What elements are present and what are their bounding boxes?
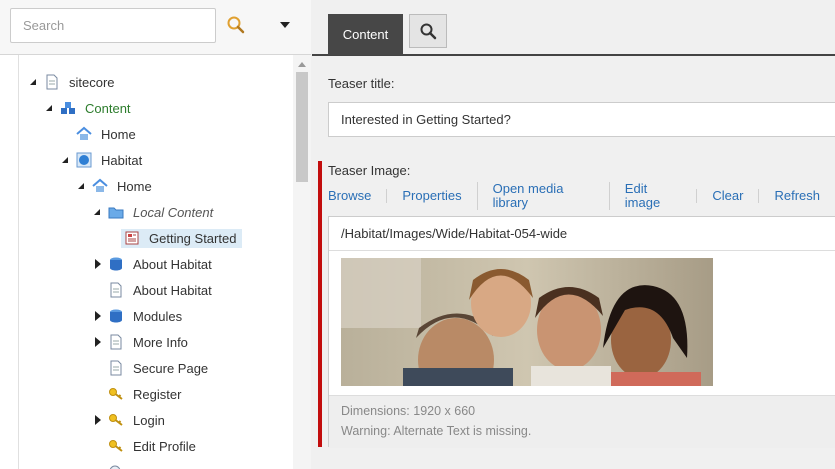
key-icon (107, 385, 125, 403)
tree-node-label: Content (85, 100, 131, 116)
tree-node-label: About Habitat (133, 256, 212, 272)
tree-node-secure-page[interactable]: Secure Page (91, 356, 212, 380)
image-field-toolbar: Browse Properties Open media library Edi… (328, 182, 835, 210)
image-dimensions: Dimensions: 1920 x 660 (341, 404, 476, 418)
expand-toggle[interactable] (91, 252, 105, 276)
collapse-toggle[interactable] (59, 148, 73, 172)
tree-node-sitecore[interactable]: sitecore (27, 70, 119, 94)
key-icon (107, 437, 125, 455)
divider (329, 250, 835, 251)
expand-toggle[interactable] (91, 304, 105, 328)
expand-toggle[interactable] (91, 330, 105, 354)
image-path: /Habitat/Images/Wide/Habitat-054-wide (341, 226, 568, 241)
edit-image-link[interactable]: Edit image (608, 182, 697, 210)
scroll-up-arrow-icon[interactable] (298, 62, 306, 67)
search-bar (0, 0, 311, 55)
tree-node-label: Getting Started (149, 230, 237, 246)
image-details: Dimensions: 1920 x 660 Warning: Alternat… (329, 395, 835, 448)
content-tree: sitecore Content Home Habitat Home Local… (18, 55, 293, 469)
open-media-library-link[interactable]: Open media library (476, 182, 609, 210)
tree-node-local-content[interactable]: Local Content (91, 200, 217, 224)
tree-node-label: Login (133, 412, 165, 428)
tree-node-site-home[interactable]: Home (75, 174, 156, 198)
tree-node-label: Home (117, 178, 152, 194)
tree-node-getting-started[interactable]: Getting Started (107, 226, 243, 250)
folder-icon (107, 203, 125, 221)
tree-node-label: Habitat (101, 152, 143, 168)
collapse-toggle[interactable] (75, 174, 89, 198)
tree-node-label: More Info (133, 334, 188, 350)
tree-scrollbar[interactable] (293, 55, 311, 469)
properties-link[interactable]: Properties (386, 189, 476, 203)
teaser-title-value: Interested in Getting Started? (341, 112, 511, 127)
key-icon (107, 411, 125, 429)
search-input[interactable] (10, 8, 216, 43)
database-icon (107, 307, 125, 325)
tab-content[interactable]: Content (328, 14, 403, 55)
page-icon (107, 281, 125, 299)
tree-node-label: Modules (133, 308, 183, 324)
collapse-toggle[interactable] (27, 70, 41, 94)
tree-node-label: Secure Page (133, 360, 209, 376)
tree-node-habitat[interactable]: Habitat (59, 148, 146, 172)
teaser-title-field[interactable]: Interested in Getting Started? (328, 102, 835, 137)
required-field-indicator (318, 161, 322, 447)
tree-node-about-habitat-page[interactable]: About Habitat (91, 278, 216, 302)
search-page-icon (107, 463, 125, 469)
editor-tabs: Content (312, 0, 835, 56)
teaser-icon (123, 229, 141, 247)
tree-node-more-info[interactable]: More Info (91, 330, 192, 354)
tree-node-about-habitat-folder[interactable]: About Habitat (91, 252, 216, 276)
globe-icon (75, 151, 93, 169)
selection-highlight: Getting Started (121, 228, 243, 248)
tree-node-label: About Habitat (133, 282, 212, 298)
expand-toggle[interactable] (91, 408, 105, 432)
image-preview[interactable] (341, 258, 713, 386)
content-tree-panel: sitecore Content Home Habitat Home (0, 0, 311, 469)
home-icon (91, 177, 109, 195)
teaser-image-label: Teaser Image: (328, 163, 411, 178)
browse-link[interactable]: Browse (328, 189, 386, 203)
search-options-dropdown[interactable] (276, 18, 294, 32)
search-icon[interactable] (224, 14, 248, 38)
tree-node-label: sitecore (69, 74, 115, 90)
database-icon (107, 255, 125, 273)
tree-node-label: Local Content (133, 204, 214, 220)
tree-node-partial[interactable] (105, 460, 129, 469)
tree-node-login[interactable]: Login (91, 408, 169, 432)
tree-node-label: Register (133, 386, 182, 402)
refresh-link[interactable]: Refresh (758, 189, 835, 203)
content-cubes-icon (59, 99, 77, 117)
scrollbar-thumb[interactable] (296, 72, 308, 182)
search-tab-icon[interactable] (409, 14, 447, 48)
alt-text-warning: Warning: Alternate Text is missing. (341, 424, 532, 438)
tree-node-edit-profile[interactable]: Edit Profile (91, 434, 200, 458)
page-icon (107, 359, 125, 377)
image-field: /Habitat/Images/Wide/Habitat-054-wide Di… (328, 216, 835, 448)
clear-link[interactable]: Clear (696, 189, 758, 203)
tree-node-home[interactable]: Home (59, 122, 140, 146)
tree-node-modules[interactable]: Modules (91, 304, 186, 328)
tree-node-content[interactable]: Content (43, 96, 135, 120)
teaser-title-label: Teaser title: (328, 76, 395, 91)
editor-panel: Content Teaser title: Interested in Gett… (312, 0, 835, 469)
page-icon (43, 73, 61, 91)
tree-node-register[interactable]: Register (91, 382, 185, 406)
collapse-toggle[interactable] (91, 200, 105, 224)
tree-node-label: Edit Profile (133, 438, 196, 454)
collapse-toggle[interactable] (43, 96, 57, 120)
tree-node-label: Home (101, 126, 136, 142)
home-icon (75, 125, 93, 143)
page-icon (107, 333, 125, 351)
